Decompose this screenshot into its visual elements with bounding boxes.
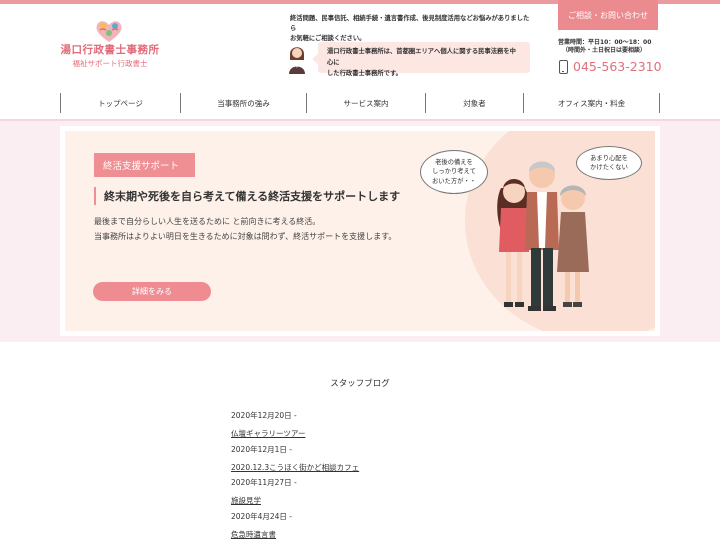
main-nav: トップページ 当事務所の強み サービス案内 対象者 オフィス案内・料金 [60,93,660,113]
business-hours-note: （時間外・土日祝日は要相談） [562,47,647,54]
blog-link[interactable]: 2020.12.3こうほく街かど相談カフェ [231,461,359,474]
logo-heart-icon [96,21,122,42]
intro-line-1: 終活問題、民事信託、相続手続・遺言書作成、後見制度活用などお悩みがありましたら [290,15,530,32]
hero-heading: 終末期や死後を自ら考えて備える終活支援をサポートします [94,187,400,205]
phone-icon [559,60,568,74]
blog-item: 2020年12月20日 - 仏壇ギャラリーツアー [231,410,531,444]
contact-button[interactable]: ご相談・お問い合わせ [558,0,658,30]
phone-number[interactable]: 045-563-2310 [573,59,662,74]
speech-bubble-worry: あまり心配を かけたくない [576,146,642,180]
blog-date: 2020年12月20日 - [231,411,297,420]
speech-1-line-3: おいた方が・・ [431,177,477,185]
bubble-line-2: した行政書士事務所です。 [327,70,402,77]
site-logo[interactable]: 湯口行政書士事務所 福祉サポート行政書士 [60,14,160,70]
speech-bubble-prepare: 老後の備えを しっかり考えて おいた方が・・ [420,150,488,194]
header-intro: 終活問題、民事信託、相続手続・遺言書作成、後見制度活用などお悩みがありましたら … [290,14,535,44]
speech-1-line-2: しっかり考えて [432,168,476,176]
office-intro-bubble: 湯口行政書士事務所は、首都圏エリアへ個人に関する民事法務を中心に した行政書士事… [312,42,530,77]
blog-link[interactable]: 施設見学 [231,494,261,507]
blog-date: 2020年12月1日 - [231,444,292,454]
hero-description: 最後まで自分らしい人生を送るために と前向きに考える終活。 当事務所はよりよい明… [94,214,396,244]
blog-item: 2020年12月1日 - 2020.12.3こうほく街かど相談カフェ [231,444,531,478]
details-button[interactable]: 詳細をみる [93,282,211,301]
nav-item-office[interactable]: オフィス案内・料金 [523,93,660,113]
speech-2-line-2: かけたくない [590,164,628,171]
nav-item-services[interactable]: サービス案内 [306,93,425,113]
logo-title: 湯口行政書士事務所 [60,44,160,56]
blog-section-title: スタッフブログ [330,379,390,389]
speech-1-line-1: 老後の備えを [435,158,473,166]
blog-link[interactable]: 危急時遺言書 [231,528,276,540]
blog-link[interactable]: 仏壇ギャラリーツアー [231,427,305,440]
hero-tag: 終活支援サポート [94,153,195,177]
nav-item-top[interactable]: トップページ [60,93,180,113]
speech-2-line-1: あまり心配を [590,154,628,162]
hero-text-line-1: 最後まで自分らしい人生を送るために と前向きに考える終活。 [94,217,321,226]
logo-subtitle: 福祉サポート行政書士 [72,59,148,68]
blog-item: 2020年11月27日 - 施設見学 [231,477,531,511]
nav-item-target[interactable]: 対象者 [425,93,523,113]
blog-item: 2020年4月24日 - 危急時遺言書 [231,511,531,540]
blog-list: 2020年12月20日 - 仏壇ギャラリーツアー 2020年12月1日 - 20… [231,410,531,540]
blog-date: 2020年4月24日 - [231,511,292,521]
bubble-line-1: 湯口行政書士事務所は、首都圏エリアへ個人に関する民事法務を中心に [327,48,516,66]
hero-text-line-2: 当事務所はよりよい明日を生きるために対象は問わず、終活サポートを支援します。 [94,232,397,241]
blog-date: 2020年11月27日 - [231,478,297,487]
nav-item-strengths[interactable]: 当事務所の強み [180,93,306,113]
staff-avatar [289,47,305,74]
